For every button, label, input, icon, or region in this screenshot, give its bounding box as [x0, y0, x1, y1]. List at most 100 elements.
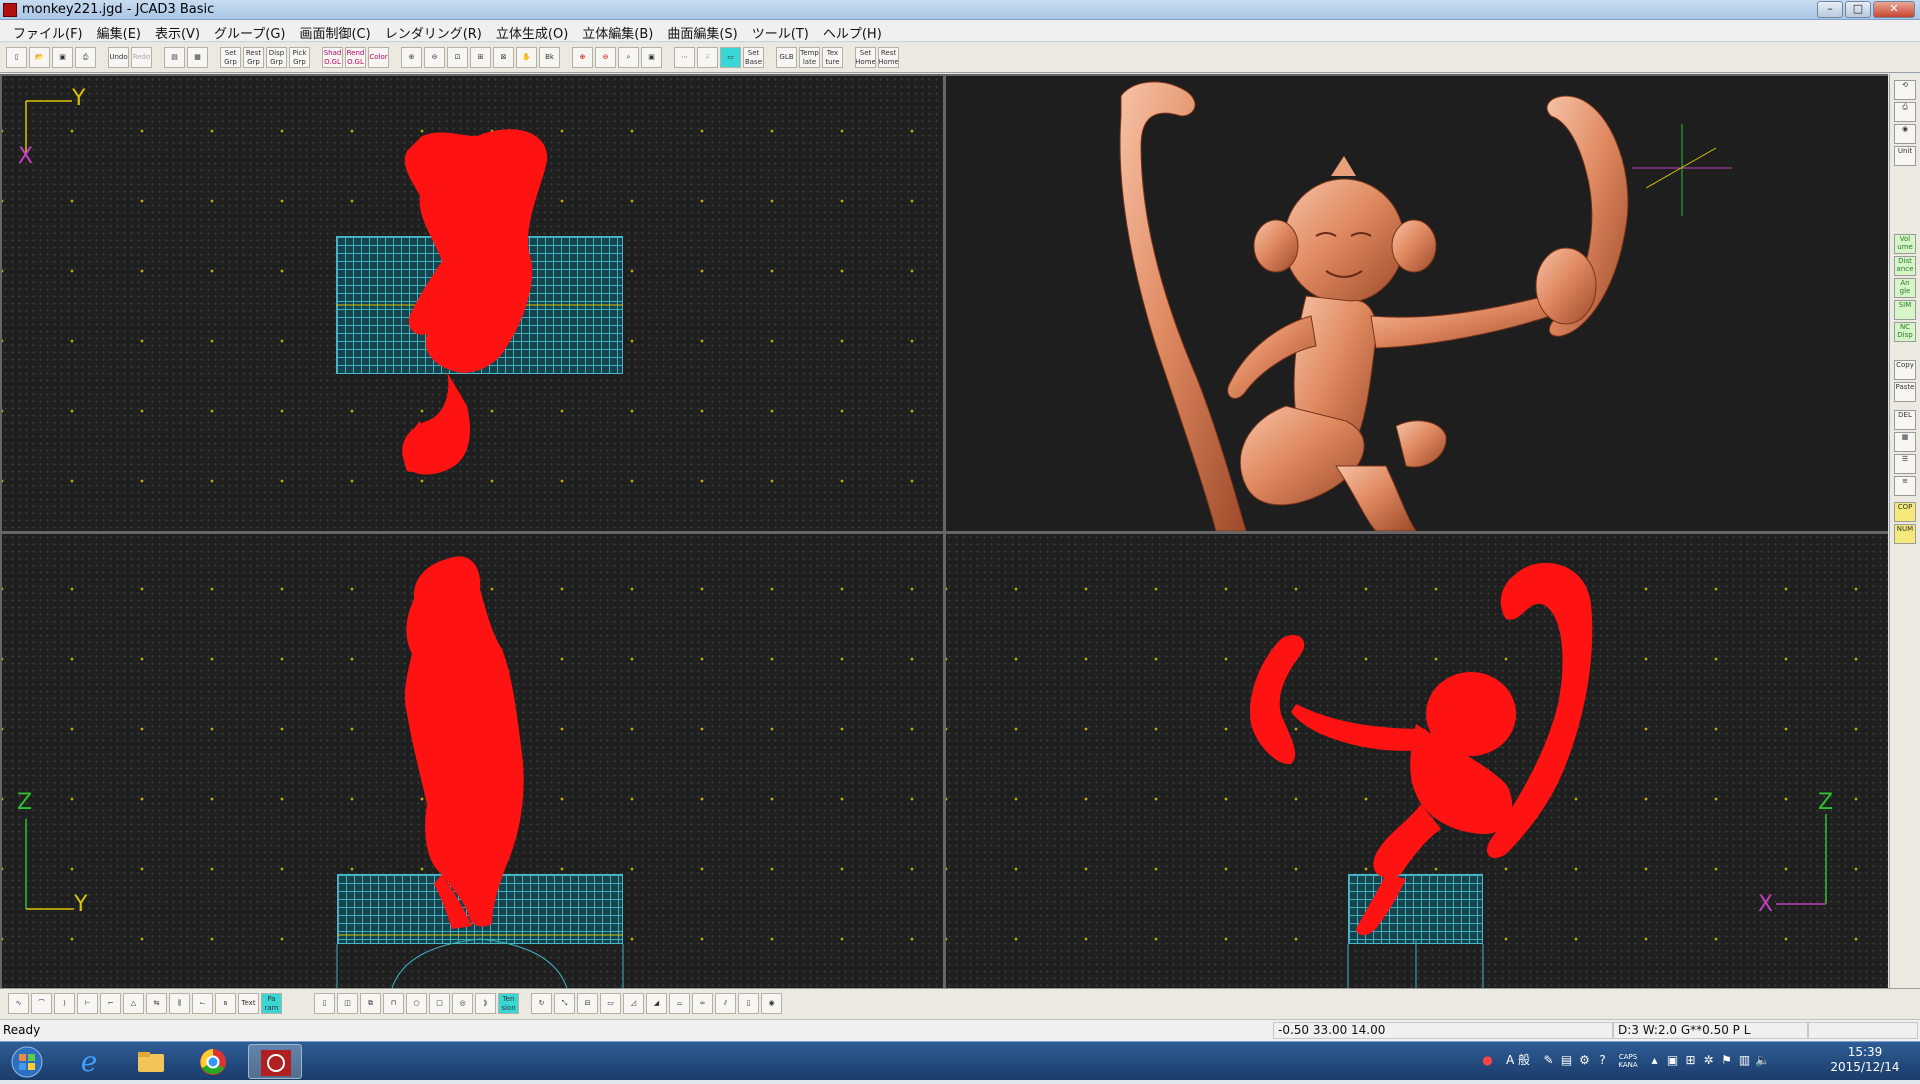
tools-icon[interactable]: ⚙ [1577, 1053, 1592, 1068]
frame-icon[interactable]: ▣ [641, 47, 662, 68]
menu-edit[interactable]: 編集(E) [90, 23, 148, 42]
chrome-icon[interactable] [186, 1044, 240, 1079]
copy-button[interactable]: Copy [1894, 360, 1916, 380]
show-hidden-icons[interactable]: ▴ [1647, 1053, 1662, 1068]
zoom-window-icon[interactable]: ⊡ [447, 47, 468, 68]
polyline-tool-icon[interactable]: ⌐ [100, 993, 121, 1014]
fillet-tool-icon[interactable]: ⌙ [192, 993, 213, 1014]
volume-button[interactable]: Vol ume [1894, 234, 1916, 254]
sim-button[interactable]: SIM [1894, 300, 1916, 320]
set-home-button[interactable]: Set Home [855, 47, 876, 68]
zoom-all-icon[interactable]: ⊠ [493, 47, 514, 68]
clock[interactable]: 15:39 2015/12/14 [1820, 1045, 1910, 1075]
new-file-icon[interactable]: ▯ [6, 47, 27, 68]
layer-icon[interactable]: ▤ [164, 47, 185, 68]
side-view-viewport[interactable]: Z X [946, 534, 1888, 988]
save-icon[interactable]: ▣ [52, 47, 73, 68]
menu-screen-control[interactable]: 画面制御(C) [292, 23, 377, 42]
distance-button[interactable]: Dist ance [1894, 256, 1916, 276]
nc-display-button[interactable]: NC Disp [1894, 322, 1916, 342]
spring-tool-icon[interactable]: ꞩ [215, 993, 236, 1014]
display-group-button[interactable]: Disp Grp [266, 47, 287, 68]
sphere-tool-icon[interactable]: ○ [406, 993, 427, 1014]
sweep-tool-icon[interactable]: ⊓ [383, 993, 404, 1014]
print-icon[interactable]: ⎙ [75, 47, 96, 68]
minimize-button[interactable]: – [1817, 1, 1843, 18]
set-base-button[interactable]: Set Base [743, 47, 764, 68]
param-button[interactable]: Pa ram [261, 993, 282, 1014]
magnify-icon[interactable]: ⌕ [618, 47, 639, 68]
menu-rendering[interactable]: レンダリング(R) [378, 23, 489, 42]
notification-icon[interactable]: ● [1480, 1053, 1495, 1068]
perspective-viewport[interactable] [946, 76, 1888, 531]
ring-tool-icon[interactable]: ◎ [452, 993, 473, 1014]
scale-tool-icon[interactable]: ⤡ [554, 993, 575, 1014]
app-icon[interactable] [3, 3, 17, 17]
view-tool-icon[interactable]: ◉ [761, 993, 782, 1014]
windows-flag-icon[interactable]: ⊞ [1683, 1053, 1698, 1068]
arc-tool-icon[interactable]: ⌒ [31, 993, 52, 1014]
tension-button[interactable]: Ten sion [498, 993, 519, 1014]
tray-app-icon[interactable]: ▣ [1665, 1053, 1680, 1068]
maximize-button[interactable]: □ [1845, 1, 1871, 18]
angle-button[interactable]: An gle [1894, 278, 1916, 298]
paste-button[interactable]: Paste [1894, 382, 1916, 402]
revolve-tool-icon[interactable]: ◫ [337, 993, 358, 1014]
curve-tool-icon[interactable]: ∿ [8, 993, 29, 1014]
menu-tools[interactable]: ツール(T) [745, 23, 816, 42]
snap-grid-icon[interactable]: ⁙ [697, 47, 718, 68]
array-tool-icon[interactable]: ⫼ [169, 993, 190, 1014]
undo-button[interactable]: Undo [108, 47, 129, 68]
cop-indicator[interactable]: COP [1894, 502, 1916, 522]
close-button[interactable]: ✕ [1873, 1, 1915, 18]
redo-button[interactable]: Redo [131, 47, 152, 68]
zoom-fit-icon[interactable]: ⊞ [470, 47, 491, 68]
render-opengl-button[interactable]: Rend O.GL [345, 47, 366, 68]
rotate-view-icon[interactable]: ⟲ [1894, 80, 1916, 100]
gear-icon[interactable]: ✲ [1701, 1053, 1716, 1068]
menu-group[interactable]: グループ(G) [207, 23, 292, 42]
open-folder-icon[interactable]: 📂 [29, 47, 50, 68]
back-view-button[interactable]: Bk [539, 47, 560, 68]
align-tool-icon[interactable]: ▭ [600, 993, 621, 1014]
twist-tool-icon[interactable]: ∞ [692, 993, 713, 1014]
shade-opengl-button[interactable]: Shad O.GL [322, 47, 343, 68]
rotate-zoom-out-icon[interactable]: ⊖ [595, 47, 616, 68]
menu-help[interactable]: ヘルプ(H) [816, 23, 889, 42]
color-button[interactable]: Color [368, 47, 389, 68]
action-center-icon[interactable]: ⚑ [1719, 1053, 1734, 1068]
text-tool-button[interactable]: Text [238, 993, 259, 1014]
zoom-out-icon[interactable]: ⊖ [424, 47, 445, 68]
loft-tool-icon[interactable]: ⧉ [360, 993, 381, 1014]
bend-tool-icon[interactable]: ⌓ [669, 993, 690, 1014]
shear-tool-icon[interactable]: ◿ [623, 993, 644, 1014]
network-icon[interactable]: ▥ [1737, 1053, 1752, 1068]
deform-tool-icon[interactable]: ⫽ [715, 993, 736, 1014]
triangle-tool-icon[interactable]: △ [123, 993, 144, 1014]
volume-icon[interactable]: 🔈 [1755, 1053, 1770, 1068]
file-explorer-icon[interactable] [124, 1044, 178, 1079]
clip-tool-icon[interactable]: ▯ [738, 993, 759, 1014]
menu-view[interactable]: 表示(V) [148, 23, 207, 42]
zoom-in-icon[interactable]: ⊕ [401, 47, 422, 68]
texture-button[interactable]: Tex ture [822, 47, 843, 68]
dictionary-icon[interactable]: ▤ [1559, 1053, 1574, 1068]
rotate-zoom-icon[interactable]: ⊕ [572, 47, 593, 68]
ime-tool-icon[interactable]: ✎ [1541, 1053, 1556, 1068]
rotate-tool-icon[interactable]: ↻ [531, 993, 552, 1014]
layers-icon[interactable]: ☰ [1894, 454, 1916, 474]
grid-icon[interactable]: ⋯ [674, 47, 695, 68]
menu-solid-create[interactable]: 立体生成(O) [489, 23, 575, 42]
eye-icon[interactable]: ◉ [1894, 124, 1916, 144]
glb-button[interactable]: GLB [776, 47, 797, 68]
ime-indicator[interactable]: A 般 [1500, 1053, 1536, 1068]
start-button[interactable] [4, 1044, 50, 1079]
top-view-viewport[interactable]: Y X [2, 76, 943, 531]
unit-button[interactable]: Unit [1894, 146, 1916, 166]
rest-home-button[interactable]: Rest Home [878, 47, 899, 68]
num-indicator[interactable]: NUM [1894, 524, 1916, 544]
taper-tool-icon[interactable]: ◢ [646, 993, 667, 1014]
cursor-mode-icon[interactable]: ▭ [720, 47, 741, 68]
print-preview-icon[interactable]: ⎙ [1894, 102, 1916, 122]
help-icon[interactable]: ? [1595, 1053, 1610, 1068]
